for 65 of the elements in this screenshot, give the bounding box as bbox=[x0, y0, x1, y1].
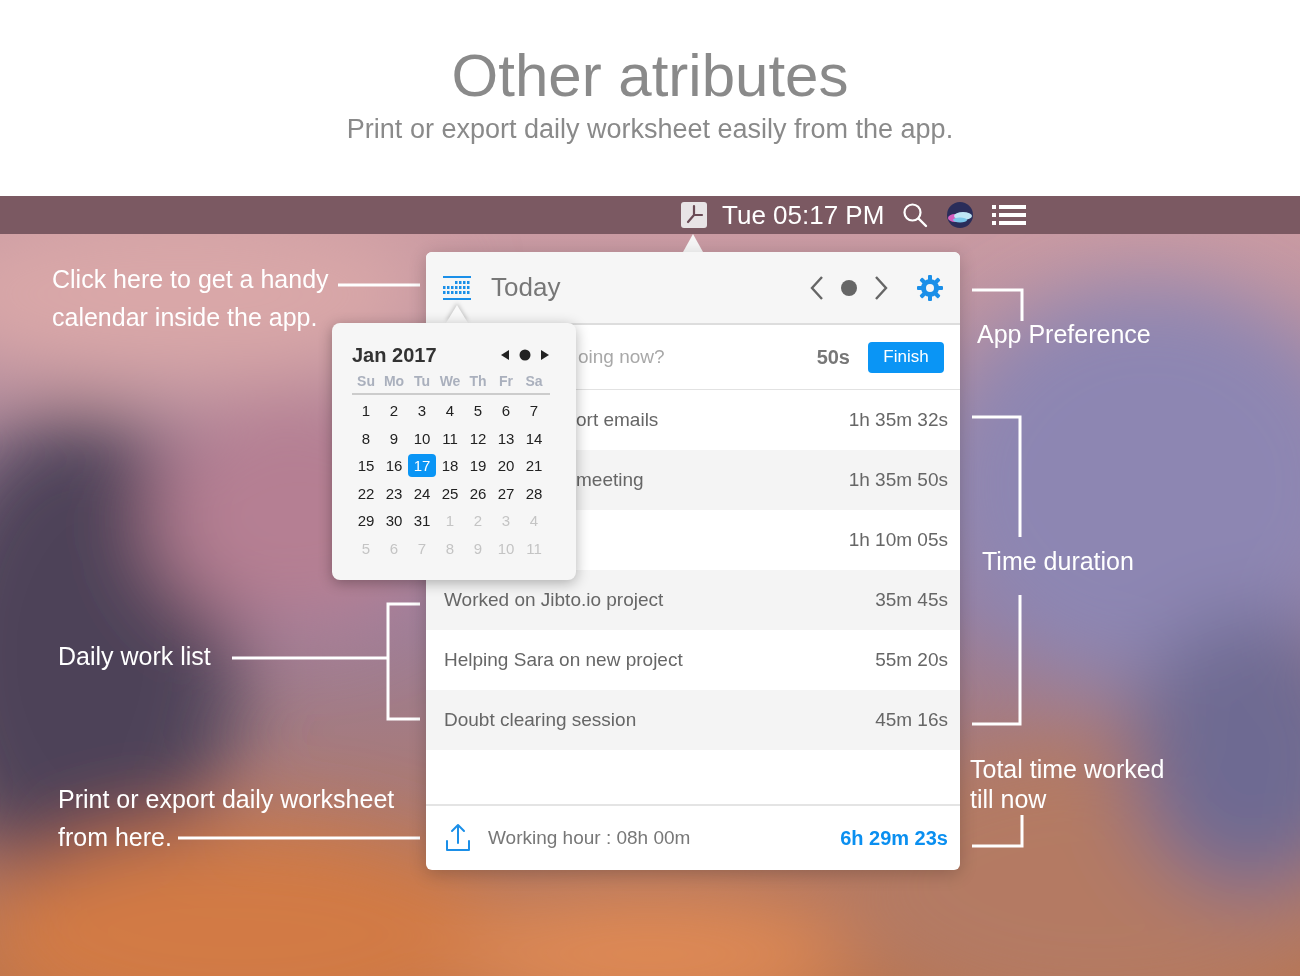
calendar-day[interactable]: 12 bbox=[464, 426, 492, 450]
calendar-day[interactable]: 23 bbox=[380, 481, 408, 505]
calendar-day[interactable]: 28 bbox=[520, 481, 548, 505]
task-duration: 1h 35m 32s bbox=[848, 409, 948, 431]
calendar-day[interactable]: 8 bbox=[352, 426, 380, 450]
calendar-day[interactable]: 16 bbox=[380, 454, 408, 478]
annotation-text: Total time worked bbox=[970, 754, 1165, 784]
task-title: meeting bbox=[576, 469, 644, 491]
calendar-day[interactable]: 26 bbox=[464, 481, 492, 505]
annotation-text: Time duration bbox=[982, 547, 1134, 576]
task-row[interactable]: Worked on Jibto.io project 35m 45s bbox=[426, 570, 960, 630]
calendar-day[interactable]: 27 bbox=[492, 481, 520, 505]
weekday-label: Sa bbox=[524, 373, 544, 389]
weekday-label: We bbox=[438, 373, 462, 389]
popover-title: Today bbox=[491, 272, 561, 303]
calendar-day[interactable]: 13 bbox=[492, 426, 520, 450]
task-duration: 1h 35m 50s bbox=[848, 469, 948, 491]
calendar-day[interactable]: 21 bbox=[520, 454, 548, 478]
calendar-day[interactable]: 4 bbox=[436, 399, 464, 423]
calendar-day[interactable]: 2 bbox=[380, 399, 408, 423]
annotation-text: Click here to get a handy bbox=[52, 264, 329, 295]
annotation-text: till now bbox=[970, 784, 1047, 814]
task-row[interactable]: Helping Sara on new project 55m 20s bbox=[426, 630, 960, 690]
task-duration: 45m 16s bbox=[875, 709, 948, 731]
working-hour: Working hour : 08h 00m bbox=[488, 827, 691, 849]
task-duration: 35m 45s bbox=[875, 589, 948, 611]
calendar-day[interactable]: 5 bbox=[464, 399, 492, 423]
calendar-day[interactable]: 25 bbox=[436, 481, 464, 505]
total-time: 6h 29m 23s bbox=[840, 826, 948, 850]
task-title: ort emails bbox=[576, 409, 659, 431]
month-title: Jan 2017 bbox=[352, 343, 437, 367]
calendar-day[interactable]: 6 bbox=[492, 399, 520, 423]
calendar-day[interactable]: 15 bbox=[352, 454, 380, 478]
page-subtitle: Print or export daily worksheet easily from the app. bbox=[346, 114, 954, 145]
annotation-text: from here. bbox=[58, 822, 172, 853]
annotation-text: Daily work list bbox=[58, 642, 211, 671]
task-duration: 1h 10m 05s bbox=[848, 529, 948, 551]
calendar-day[interactable]: 29 bbox=[352, 509, 380, 533]
annotation-text: calendar inside the app. bbox=[52, 302, 318, 333]
task-duration: 55m 20s bbox=[875, 649, 948, 671]
task-field[interactable]: oing now? bbox=[576, 345, 817, 369]
calendar-day[interactable]: 19 bbox=[464, 454, 492, 478]
weekday-label: Su bbox=[356, 373, 376, 389]
task-title: Helping Sara on new project bbox=[444, 649, 683, 671]
elapsed-time: 50s bbox=[816, 345, 850, 369]
weekday-label: Th bbox=[468, 373, 488, 389]
calendar-day[interactable]: 7 bbox=[520, 399, 548, 423]
weekday-label: Fr bbox=[498, 373, 514, 389]
task-row[interactable]: Doubt clearing session 45m 16s bbox=[426, 690, 960, 750]
calendar-day[interactable]: 11 bbox=[436, 426, 464, 450]
annotation-text: App Preference bbox=[977, 320, 1151, 349]
task-title: Worked on Jibto.io project bbox=[444, 589, 664, 611]
menu-clock[interactable]: Tue 05:17 PM bbox=[722, 199, 885, 231]
calendar-day[interactable]: 22 bbox=[352, 481, 380, 505]
task-title: Doubt clearing session bbox=[444, 709, 637, 731]
calendar-day[interactable]: 30 bbox=[380, 509, 408, 533]
annotation-text: Print or export daily worksheet bbox=[58, 784, 395, 815]
calendar-day[interactable]: 14 bbox=[520, 426, 548, 450]
calendar-day[interactable]: 1 bbox=[352, 399, 380, 423]
calendar-day[interactable]: 18 bbox=[436, 454, 464, 478]
calendar-day[interactable]: 9 bbox=[380, 426, 408, 450]
calendar-day[interactable]: 20 bbox=[492, 454, 520, 478]
weekday-label: Mo bbox=[382, 373, 406, 389]
weekday-label: Tu bbox=[412, 373, 432, 389]
page-title: Other atributes bbox=[451, 42, 849, 110]
